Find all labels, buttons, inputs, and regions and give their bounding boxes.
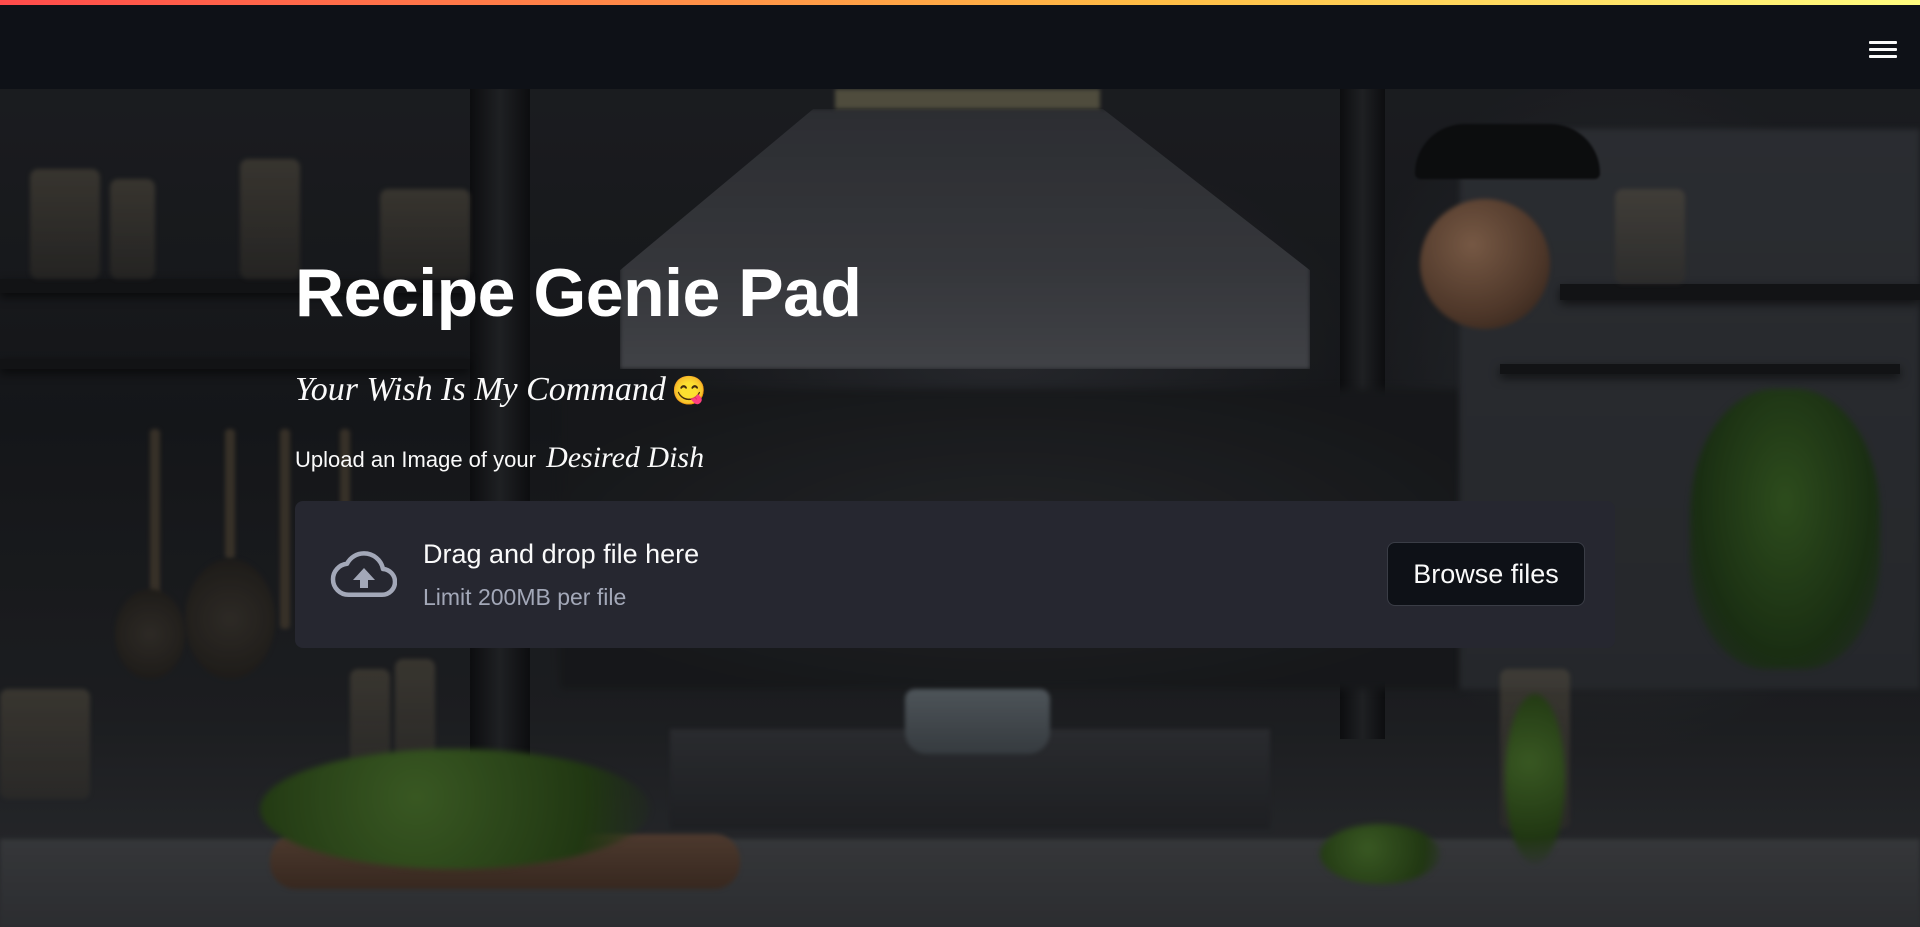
cloud-upload-icon bbox=[330, 551, 397, 598]
main-menu-button[interactable] bbox=[1868, 37, 1898, 61]
browse-files-button[interactable]: Browse files bbox=[1387, 542, 1585, 606]
upload-label-text: Upload an Image of your bbox=[295, 447, 536, 472]
main-content: Recipe Genie Pad Your Wish Is My Command… bbox=[295, 89, 1615, 648]
top-decoration-bar bbox=[0, 0, 1920, 5]
app-root: Recipe Genie Pad Your Wish Is My Command… bbox=[0, 0, 1920, 927]
file-dropzone[interactable]: Drag and drop file here Limit 200MB per … bbox=[295, 501, 1615, 648]
hamburger-menu-icon bbox=[1869, 41, 1897, 44]
yum-face-emoji-icon: 😋 bbox=[671, 376, 707, 407]
page-title: Recipe Genie Pad bbox=[295, 255, 862, 331]
page-subtitle: Your Wish Is My Command 😋 bbox=[295, 373, 1615, 407]
file-uploader-label: Upload an Image of your Desired Dish bbox=[295, 443, 1615, 473]
subtitle-text: Your Wish Is My Command bbox=[295, 371, 666, 408]
dropzone-title: Drag and drop file here bbox=[423, 539, 700, 569]
upload-label-emphasis: Desired Dish bbox=[546, 441, 705, 474]
dropzone-instructions: Drag and drop file here Limit 200MB per … bbox=[423, 541, 699, 609]
dropzone-limit: Limit 200MB per file bbox=[423, 584, 627, 610]
app-header bbox=[0, 5, 1920, 89]
